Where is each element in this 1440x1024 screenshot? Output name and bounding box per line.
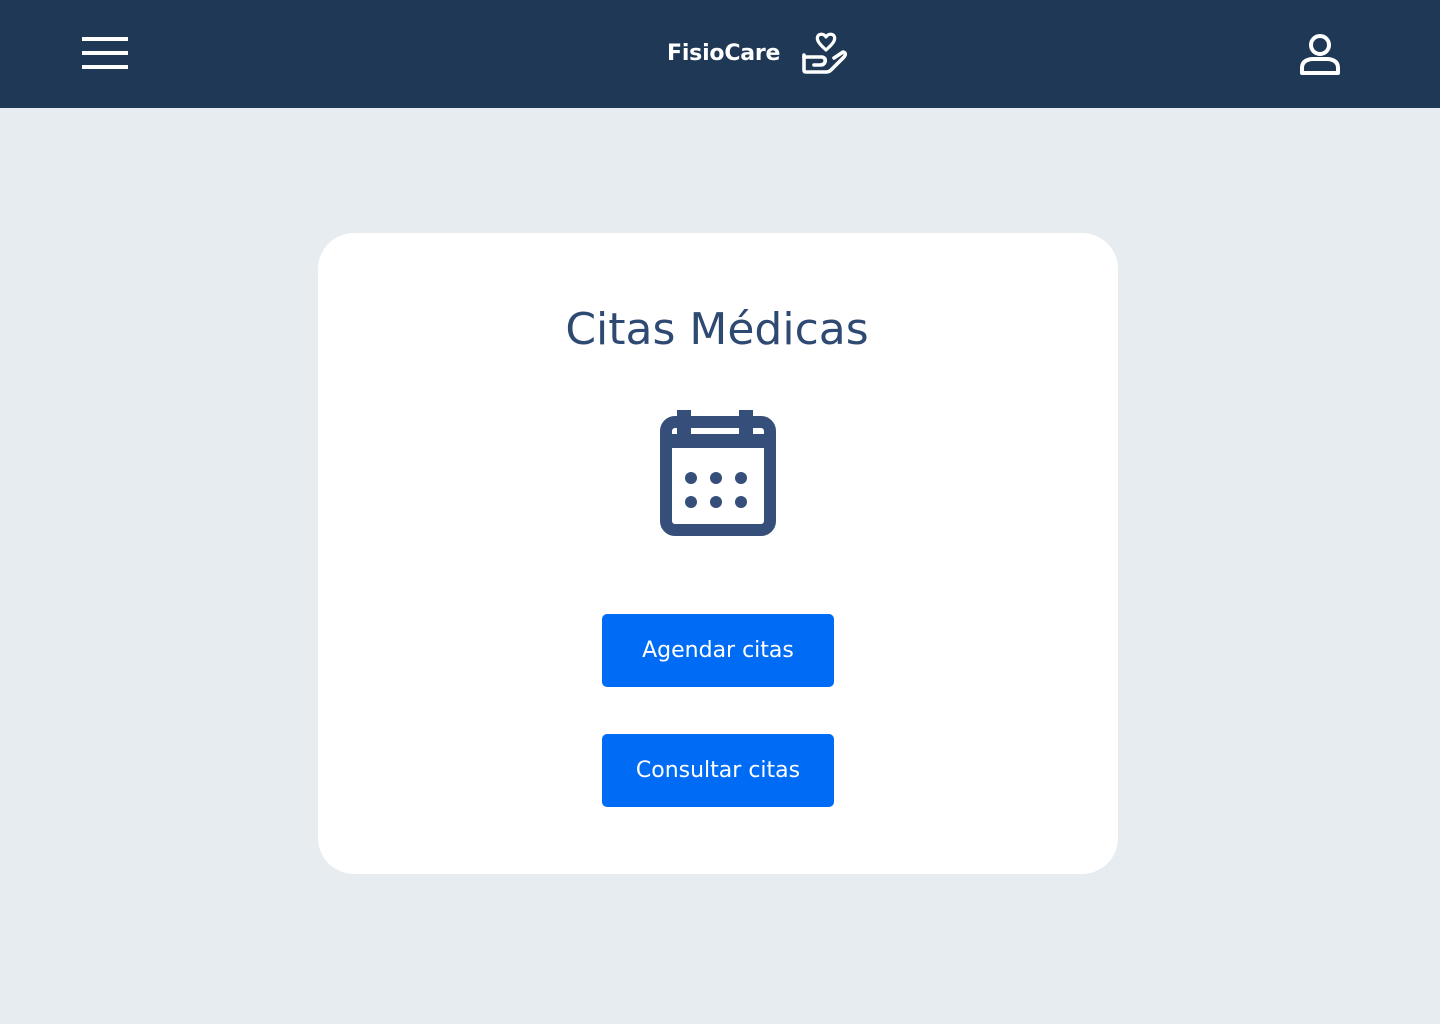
top-navigation-bar: FisioCare	[0, 0, 1440, 108]
app-name: FisioCare	[667, 40, 781, 66]
schedule-appointments-button[interactable]: Agendar citas	[602, 614, 834, 687]
user-account-icon[interactable]	[1296, 30, 1344, 78]
hand-heart-icon	[802, 32, 848, 74]
hamburger-menu-icon[interactable]	[82, 35, 128, 71]
calendar-icon	[660, 410, 776, 536]
view-appointments-button[interactable]: Consultar citas	[602, 734, 834, 807]
brand[interactable]: FisioCare	[667, 30, 848, 76]
page-title: Citas Médicas	[565, 304, 869, 355]
